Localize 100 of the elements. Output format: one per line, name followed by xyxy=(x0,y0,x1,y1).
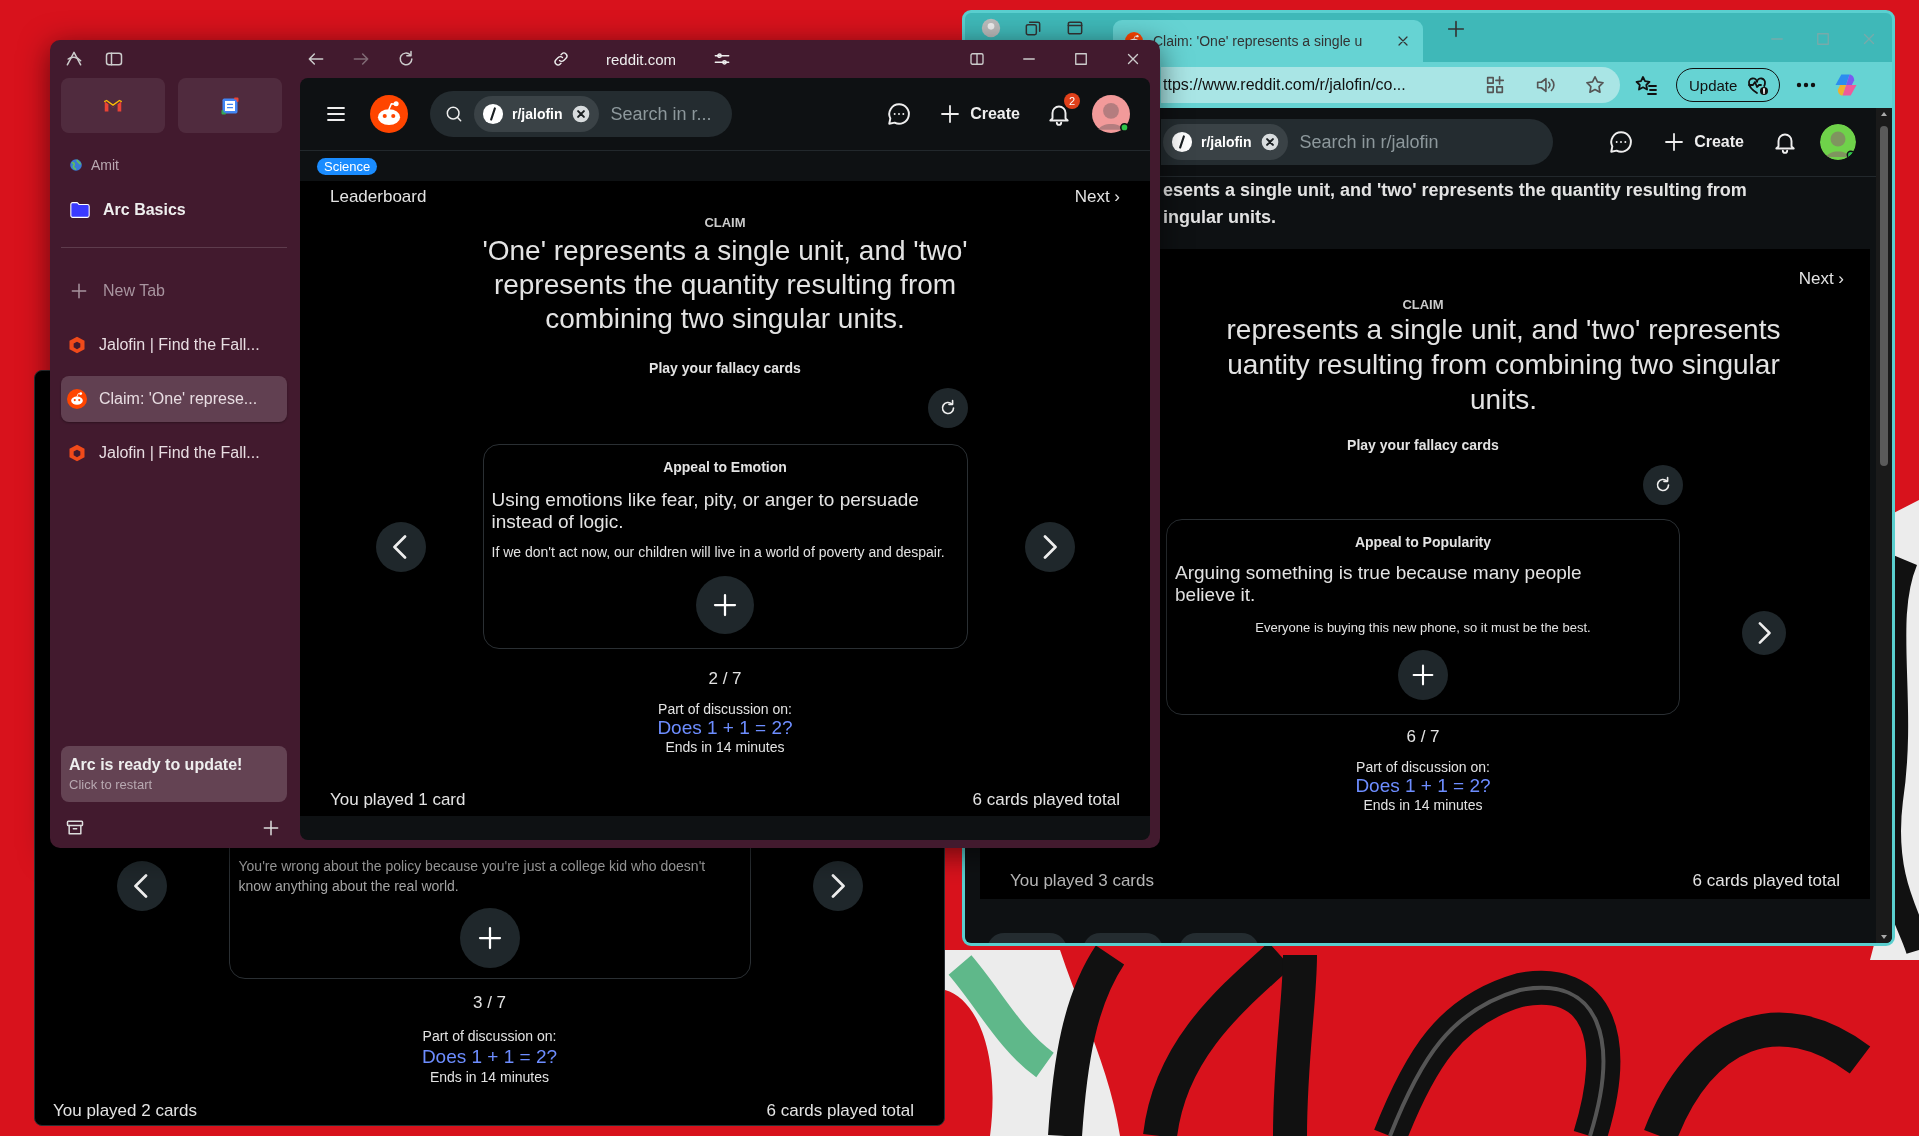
community-icon xyxy=(1171,131,1193,153)
folder-name[interactable]: Arc Basics xyxy=(103,201,186,219)
app-logo-icon[interactable] xyxy=(64,49,84,69)
logo-icon xyxy=(67,389,87,409)
claim-text: units. xyxy=(1469,383,1538,417)
split-view-icon[interactable] xyxy=(968,50,986,68)
apps-icon[interactable] xyxy=(1484,74,1506,96)
pinned-tab[interactable] xyxy=(178,78,282,133)
search-field[interactable]: r/jalofin Search in r... xyxy=(430,91,732,137)
card-example: You're wrong about the policy because you're just a college kid who doesn't know anything about the real world. xyxy=(238,857,707,896)
cube-icon xyxy=(67,443,87,463)
clear-icon xyxy=(1259,132,1280,152)
claim-text: uantity resulting from combining two singular xyxy=(1226,348,1781,382)
card-definition: Using emotions like fear, pity, or anger to persuade instead of logic. xyxy=(491,489,920,533)
card-counter: 2 / 7 xyxy=(708,669,742,689)
card-title: Appeal to Emotion xyxy=(663,459,787,475)
new-tab-icon[interactable] xyxy=(1445,18,1467,40)
sidebar-tab[interactable]: Jalofin | Find the Fall... xyxy=(61,430,287,476)
card-example: Everyone is buying this new phone, so it must be the best. xyxy=(1255,620,1591,636)
community-chip[interactable]: r/jalofin xyxy=(474,96,599,132)
total-played: 6 cards played total xyxy=(1692,871,1840,891)
search-icon xyxy=(444,104,464,124)
logo-icon[interactable] xyxy=(370,95,408,133)
community-icon xyxy=(482,103,504,125)
globe-icon xyxy=(69,158,83,172)
card-counter: 6 / 7 xyxy=(1405,727,1441,747)
flair-tag: Science xyxy=(317,157,378,175)
sidebar-toggle-icon[interactable] xyxy=(104,49,124,69)
star-icon[interactable] xyxy=(1584,74,1606,96)
next-button[interactable] xyxy=(812,861,863,911)
ends-in-text: Ends in 14 minutes xyxy=(429,1069,550,1085)
clear-icon xyxy=(570,104,591,124)
update-card[interactable]: Arc is ready to update! Click to restart xyxy=(61,746,287,802)
chat-icon[interactable] xyxy=(1608,129,1635,155)
cube-icon xyxy=(67,335,87,355)
ends-in-text: Ends in 14 minutes xyxy=(665,739,785,755)
update-title: Arc is ready to update! xyxy=(69,756,244,774)
archive-icon[interactable] xyxy=(65,818,85,838)
total-played: 6 cards played total xyxy=(972,790,1120,810)
chevron-right-icon xyxy=(1756,622,1771,644)
ends-in-text: Ends in 14 minutes xyxy=(1362,797,1484,813)
create-button[interactable]: Create xyxy=(932,94,1026,134)
refresh-button[interactable] xyxy=(927,388,968,428)
notification-badge: 2 xyxy=(1064,93,1080,109)
tab-actions-icon[interactable] xyxy=(1065,18,1085,38)
profile-icon[interactable] xyxy=(981,18,1001,38)
leaderboard-link[interactable]: Leaderboard xyxy=(330,187,427,207)
sidebar-tab[interactable]: Claim: 'One' represe... xyxy=(61,376,287,422)
avatar-icon[interactable] xyxy=(1820,124,1856,160)
play-card-button[interactable] xyxy=(1398,650,1448,700)
next-link[interactable]: Next › xyxy=(1074,187,1120,207)
link-icon[interactable] xyxy=(552,50,570,68)
post-title: esents a single unit, and 'two' represents the quantity resulting from xyxy=(1163,179,1748,202)
community-chip[interactable]: r/jalofin xyxy=(1163,124,1288,160)
claim-text: 'One' represents a single unit, and 'two' represents the quantity resulting from combining two singular units. xyxy=(481,234,969,336)
next-button[interactable] xyxy=(1741,611,1786,655)
total-played: 6 cards played total xyxy=(766,1101,914,1121)
plus-icon[interactable] xyxy=(261,818,281,838)
favorites-icon[interactable] xyxy=(1634,73,1658,97)
maximize-icon[interactable] xyxy=(1072,50,1090,68)
new-tab-button[interactable]: New Tab xyxy=(61,268,287,314)
chat-icon[interactable] xyxy=(886,101,913,127)
calendar-icon xyxy=(220,95,240,116)
card-example: If we don't act now, our children will live in a world of poverty and despair. xyxy=(491,543,946,562)
scrollbar[interactable] xyxy=(1876,108,1892,943)
avatar-icon[interactable] xyxy=(1092,95,1130,133)
chevron-left-icon xyxy=(393,534,408,559)
discussion-link[interactable]: Does 1 + 1 = 2? xyxy=(1355,775,1491,796)
card-counter: 3 / 7 xyxy=(472,993,507,1013)
claim-label: CLAIM xyxy=(704,215,746,230)
discussion-label: Part of discussion on: xyxy=(658,701,792,717)
create-button[interactable]: Create xyxy=(1656,122,1750,162)
update-subtitle: Click to restart xyxy=(69,777,154,792)
plus-icon xyxy=(69,281,89,301)
previous-button[interactable] xyxy=(116,861,167,911)
chevron-right-icon xyxy=(1042,534,1057,559)
scrollbar-thumb[interactable] xyxy=(1880,126,1888,466)
url-text[interactable]: reddit.com xyxy=(606,50,676,68)
address-bar[interactable]: ttps://www.reddit.com/r/jalofin/co... xyxy=(1161,67,1620,103)
search-field[interactable]: r/jalofin Search in r/jalofin xyxy=(1161,119,1553,165)
discussion-label: Part of discussion on: xyxy=(1355,759,1491,775)
card-title: Appeal to Popularity xyxy=(1354,534,1492,550)
chevron-left-icon xyxy=(134,874,149,898)
prompt-text: Play your fallacy cards xyxy=(1346,437,1500,453)
discussion-link[interactable]: Does 1 + 1 = 2? xyxy=(657,717,793,739)
played-count: You played 3 cards xyxy=(1010,871,1154,891)
claim-text: represents a single unit, and 'two' represents xyxy=(1225,313,1782,347)
workspaces-icon[interactable] xyxy=(1023,18,1043,38)
prompt-text: Play your fallacy cards xyxy=(649,360,801,376)
played-count: You played 1 card xyxy=(330,790,466,810)
card-definition: Arguing something is true because many people believe it. xyxy=(1175,562,1583,606)
discussion-label: Part of discussion on: xyxy=(422,1027,557,1045)
refresh-button[interactable] xyxy=(1643,465,1683,505)
claim-label: CLAIM xyxy=(1401,297,1445,312)
profile-name: Amit xyxy=(91,157,119,173)
sidebar-tab[interactable]: Jalofin | Find the Fall... xyxy=(61,322,287,368)
next-link[interactable]: Next › xyxy=(1798,269,1844,289)
folder-icon xyxy=(69,199,91,221)
chevron-right-icon xyxy=(830,874,845,898)
discussion-link[interactable]: Does 1 + 1 = 2? xyxy=(421,1045,558,1069)
